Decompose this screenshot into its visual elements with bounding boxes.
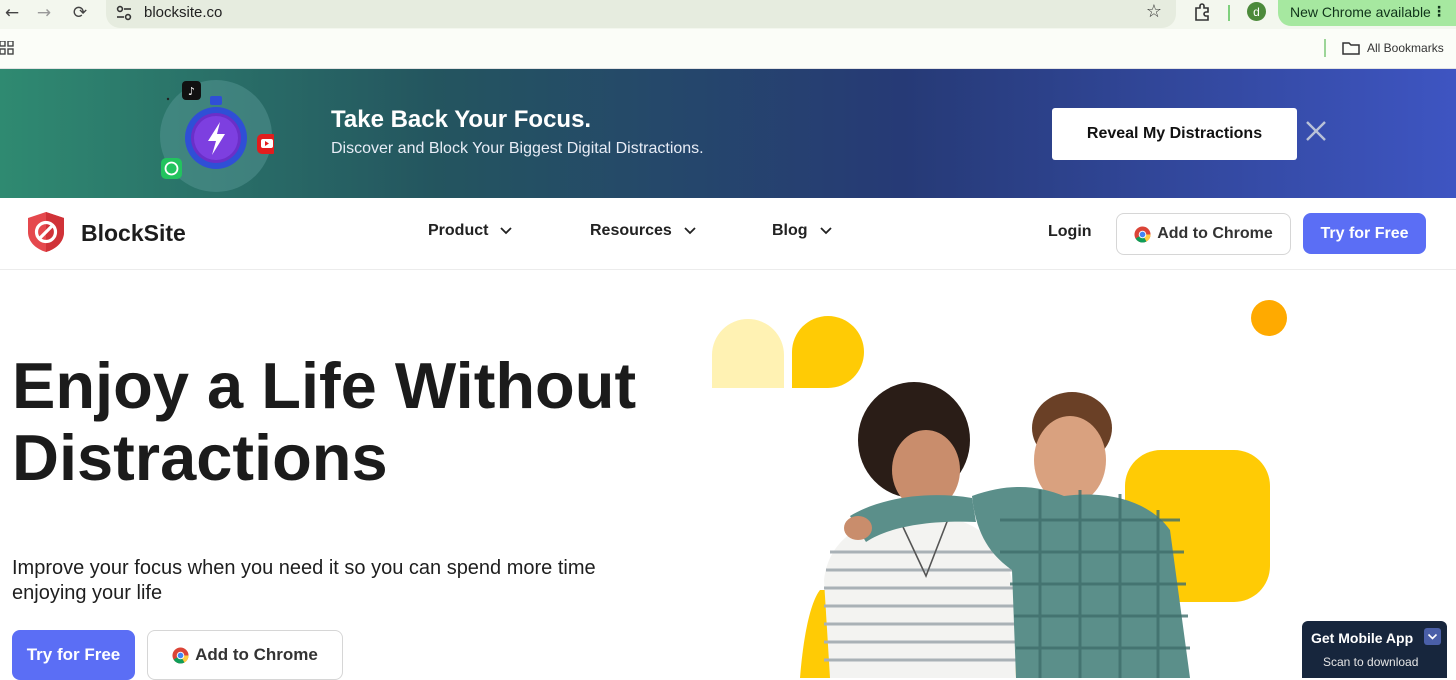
more-menu-icon[interactable]: ⋮: [1432, 0, 1446, 24]
browser-toolbar: ← → ⟳ blocksite.co ☆ d New Chrome availa…: [0, 0, 1456, 29]
nav-label: Blog: [772, 222, 808, 239]
stopwatch-illustration-icon: ♪: [160, 80, 274, 192]
promo-banner: ♪ Take Back Your Focus. Discover and Blo…: [0, 69, 1456, 198]
try-for-free-button[interactable]: Try for Free: [1303, 213, 1426, 254]
chrome-logo-icon: [172, 646, 189, 664]
chrome-logo-icon: [1134, 225, 1151, 243]
toolbar-divider: [1228, 5, 1230, 21]
nav-resources[interactable]: Resources: [590, 222, 696, 240]
chrome-update-button[interactable]: New Chrome available ⋮: [1278, 0, 1456, 26]
banner-title: Take Back Your Focus.: [331, 106, 592, 133]
reload-icon[interactable]: ⟳: [68, 2, 92, 24]
add-to-chrome-label: Add to Chrome: [195, 645, 318, 664]
chevron-down-icon: [500, 227, 513, 235]
logo-text[interactable]: BlockSite: [81, 220, 186, 247]
login-link[interactable]: Login: [1048, 223, 1092, 241]
site-header: BlockSite Product Resources Blog Login A…: [0, 198, 1456, 270]
bookmarks-bar: All Bookmarks: [0, 29, 1456, 69]
apps-grid-icon[interactable]: [0, 41, 14, 55]
speech-bubble-shape: [712, 318, 784, 388]
hero-subtitle: Improve your focus when you need it so y…: [12, 557, 596, 604]
forward-arrow-icon[interactable]: →: [32, 2, 56, 24]
widget-subtitle: Scan to download: [1323, 655, 1419, 669]
url-text[interactable]: blocksite.co: [144, 4, 222, 21]
extensions-puzzle-icon[interactable]: [1192, 2, 1212, 22]
hero-try-for-free-button[interactable]: Try for Free: [12, 630, 135, 680]
address-bar[interactable]: blocksite.co ☆: [106, 0, 1176, 28]
get-mobile-app-widget[interactable]: Get Mobile App Scan to download: [1302, 621, 1447, 678]
speech-bubble-shape: [792, 316, 864, 388]
nav-blog[interactable]: Blog: [772, 222, 832, 240]
chevron-down-icon: [819, 227, 832, 235]
hero-title: Enjoy a Life Without Distractions: [12, 349, 637, 494]
nav-product[interactable]: Product: [428, 222, 513, 240]
add-to-chrome-label: Add to Chrome: [1157, 225, 1273, 242]
chevron-down-icon: [684, 227, 696, 235]
hero-add-to-chrome-button[interactable]: Add to Chrome: [147, 630, 343, 680]
all-bookmarks-link[interactable]: All Bookmarks: [1367, 41, 1444, 55]
profile-avatar[interactable]: d: [1247, 2, 1266, 21]
back-arrow-icon[interactable]: ←: [0, 2, 24, 24]
widget-title: Get Mobile App: [1311, 630, 1414, 646]
folder-icon[interactable]: [1342, 40, 1360, 56]
banner-subtitle: Discover and Block Your Biggest Digital …: [331, 140, 704, 157]
bookmarks-divider: [1324, 39, 1326, 57]
update-label: New Chrome available: [1290, 4, 1431, 20]
nav-label: Product: [428, 222, 489, 239]
close-icon[interactable]: [1303, 118, 1329, 144]
add-to-chrome-button[interactable]: Add to Chrome: [1116, 213, 1291, 255]
widget-collapse-button[interactable]: [1424, 628, 1441, 645]
orange-dot-shape: [1251, 300, 1287, 336]
blocksite-shield-logo-icon[interactable]: [24, 210, 68, 254]
hero-illustration: [712, 300, 1287, 678]
reveal-distractions-button[interactable]: Reveal My Distractions: [1052, 108, 1297, 160]
svg-text:♪: ♪: [188, 85, 195, 98]
site-settings-icon[interactable]: [116, 4, 132, 22]
chevron-down-icon: [1427, 633, 1438, 640]
bookmark-star-icon[interactable]: ☆: [1146, 1, 1162, 22]
nav-label: Resources: [590, 222, 672, 239]
